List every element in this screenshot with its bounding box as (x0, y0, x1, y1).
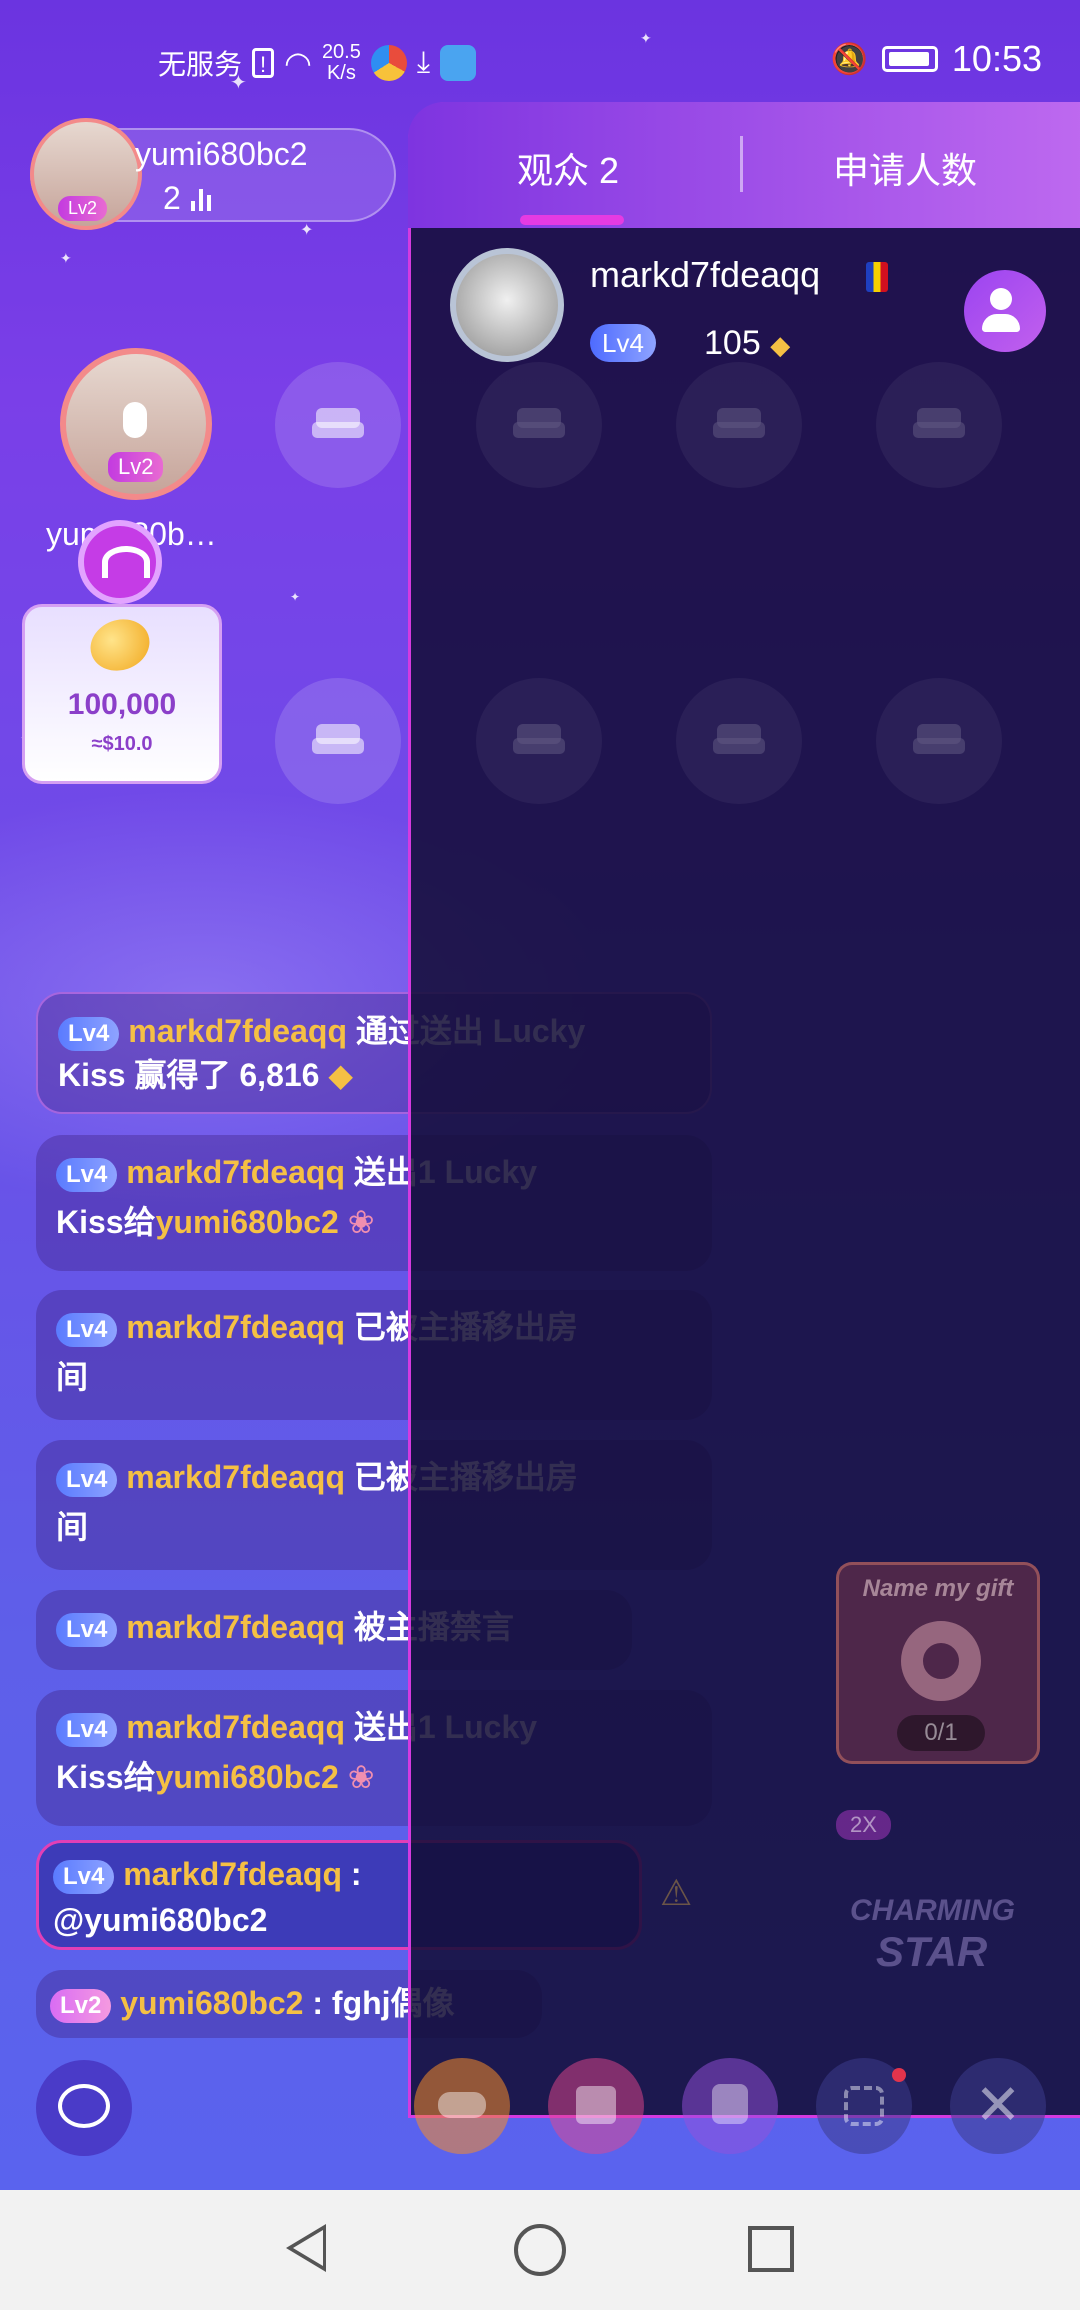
user-add-icon (712, 2084, 748, 2124)
close-icon: ✕ (974, 2073, 1022, 2136)
sofa-icon (913, 724, 965, 758)
audio-bars-icon (190, 187, 211, 211)
empty-seat (476, 362, 602, 488)
lucky-mascot-icon (78, 520, 162, 604)
more-apps-button[interactable] (816, 2058, 912, 2154)
sofa-icon (312, 408, 364, 442)
empty-seat (476, 678, 602, 804)
empty-seat[interactable] (275, 362, 401, 488)
microphone-icon (123, 402, 147, 438)
empty-seat (876, 362, 1002, 488)
lucky-box-value: 100,000 (67, 688, 177, 721)
empty-seat (676, 362, 802, 488)
chat-input-button[interactable] (36, 2060, 132, 2156)
home-nav-button[interactable] (514, 2224, 566, 2276)
diamond-icon: ◆ (328, 1057, 353, 1093)
empty-seat (676, 678, 802, 804)
download-icon: ⤓ (416, 46, 431, 79)
viewer-level-badge: Lv4 (590, 324, 656, 362)
country-flag-icon (866, 262, 888, 292)
gift-button[interactable] (548, 2058, 644, 2154)
star-decoration: ✦ (290, 590, 301, 604)
grid-icon (844, 2086, 884, 2126)
net-speed: 20.5 K/s (321, 41, 361, 84)
browser-app-icon (370, 45, 407, 81)
empty-seat (876, 678, 1002, 804)
add-friend-button[interactable] (964, 270, 1046, 352)
mute-bell-icon: 🔕 (830, 42, 868, 76)
viewer-name: markd7fdeaqq (590, 254, 821, 295)
host-name: yumi680bc2 (135, 136, 308, 172)
tab-divider (740, 136, 743, 192)
back-nav-inner (293, 2230, 323, 2266)
sim-alert-icon: ! (252, 48, 275, 78)
carrier-label: 无服务 (158, 49, 243, 80)
gift-box-icon (576, 2086, 616, 2124)
sofa-icon (913, 408, 965, 442)
close-room-button[interactable]: ✕ (950, 2058, 1046, 2154)
host-viewer-count: 2 (163, 180, 211, 217)
charming-star-badge: 2X CHARMING STAR (836, 1810, 1046, 1990)
sofa-icon (713, 408, 765, 442)
wifi-icon: ◠ (284, 45, 312, 81)
diamond-icon: ◆ (770, 330, 791, 360)
tab-applicants[interactable]: 申请人数 (833, 142, 977, 194)
game-button[interactable] (414, 2058, 510, 2154)
tab-audience[interactable]: 观众 2 (517, 142, 619, 194)
donut-icon (901, 1621, 981, 1701)
viewer-avatar[interactable] (450, 248, 564, 362)
sofa-icon (312, 724, 364, 758)
battery-icon (881, 46, 938, 72)
invite-button[interactable] (682, 2058, 778, 2154)
gamepad-icon (438, 2092, 486, 2118)
gift-icon: ❀ (347, 1759, 375, 1795)
star-decoration: ✦ (60, 250, 72, 266)
warning-icon: ⚠ (660, 1872, 693, 1913)
empty-seat[interactable] (275, 678, 401, 804)
clock: 10:53 (951, 38, 1042, 79)
chat-bubble-icon (58, 2084, 110, 2128)
drawer-header (408, 102, 1080, 228)
notification-dot (892, 2068, 906, 2082)
name-my-gift-card: Name my gift 0/1 (836, 1562, 1040, 1764)
lucky-box-usd: ≈$10.0 (91, 733, 153, 755)
mic-level-badge: Lv2 (108, 452, 164, 482)
sofa-icon (513, 408, 565, 442)
viewer-points: 105 ◆ (704, 324, 791, 362)
sofa-icon (713, 724, 765, 758)
star-decoration: ✦ (300, 222, 314, 239)
host-level-badge: Lv2 (58, 196, 108, 221)
sofa-icon (513, 724, 565, 758)
active-tab-indicator (520, 215, 624, 225)
gift-icon: ❀ (347, 1204, 375, 1240)
recents-nav-button[interactable] (748, 2226, 794, 2272)
system-nav-bar (0, 2190, 1080, 2310)
app-icon (440, 45, 477, 81)
